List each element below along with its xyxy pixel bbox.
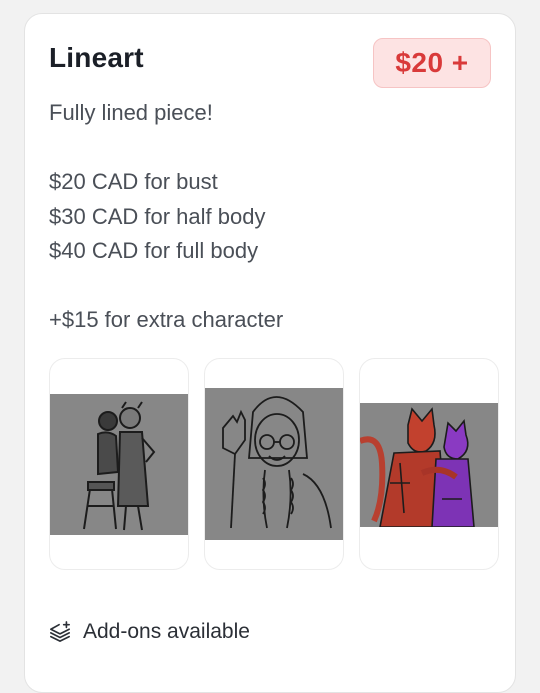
price-badge: $20 + — [373, 38, 491, 88]
price-line-bust: $20 CAD for bust — [49, 169, 218, 194]
description-intro: Fully lined piece! — [49, 100, 213, 125]
sketch-image-2 — [205, 388, 343, 540]
layers-plus-icon — [49, 621, 71, 643]
card-title: Lineart — [49, 42, 144, 73]
commission-card[interactable]: Lineart $20 + Fully lined piece! $20 CAD… — [24, 13, 516, 693]
addons-label: Add-ons available — [83, 620, 250, 643]
sketch-image-1 — [50, 394, 188, 535]
extra-character-price: +$15 for extra character — [49, 307, 284, 332]
gallery-thumb-1[interactable] — [49, 358, 189, 570]
sketch-image-3 — [360, 403, 498, 527]
price-line-half-body: $30 CAD for half body — [49, 203, 266, 229]
price-line-full-body: $40 CAD for full body — [49, 238, 259, 263]
addons-row[interactable]: Add-ons available — [49, 620, 250, 644]
gallery-thumb-2[interactable] — [204, 358, 344, 570]
card-description: Fully lined piece! $20 CAD for bust $30 … — [49, 96, 489, 338]
gallery-thumb-3[interactable] — [359, 358, 499, 570]
example-gallery — [49, 358, 499, 570]
